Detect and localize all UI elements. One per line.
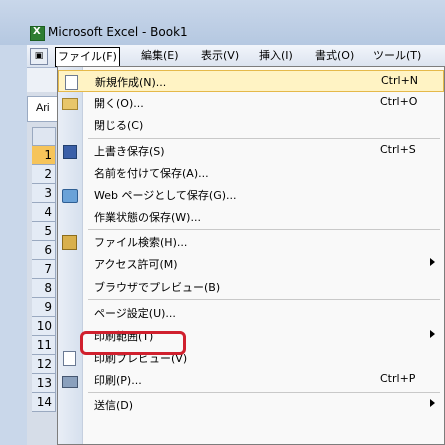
excel-app-icon[interactable]: [30, 26, 45, 41]
row-header-2[interactable]: 2: [32, 165, 56, 184]
file-menu-item-7[interactable]: ファイル検索(H)...: [58, 231, 444, 253]
row-header-4[interactable]: 4: [32, 203, 56, 222]
submenu-arrow-icon: [430, 330, 435, 338]
menu-separator: [88, 138, 440, 139]
menu-bar: ▣ ファイル(F) 編集(E) 表示(V) 挿入(I) 書式(O) ツール(T): [27, 45, 445, 68]
file-menu-item-13[interactable]: 印刷(P)... Ctrl+P: [58, 369, 444, 391]
menu-separator: [88, 229, 440, 230]
menu-item-label: ページ設定(U)...: [94, 307, 176, 320]
menu-item-label: 閉じる(C): [94, 119, 144, 132]
file-menu-item-2[interactable]: 閉じる(C): [58, 114, 444, 136]
font-name-text: Ari: [36, 102, 50, 114]
select-all-corner[interactable]: [32, 127, 56, 146]
file-menu-item-9[interactable]: ブラウザでプレビュー(B): [58, 276, 444, 298]
file-menu-item-6[interactable]: 作業状態の保存(W)...: [58, 206, 444, 228]
menu-item-shortcut: Ctrl+N: [381, 74, 419, 87]
menu-item-label: 上書き保存(S): [94, 145, 165, 158]
print-icon: [62, 376, 78, 388]
menu-item-label: 印刷(P)...: [94, 374, 142, 387]
row-header-14[interactable]: 14: [32, 393, 56, 412]
menu-item-shortcut: Ctrl+S: [380, 143, 416, 156]
file-search-icon: [62, 235, 77, 250]
row-header-6[interactable]: 6: [32, 241, 56, 260]
row-header-10[interactable]: 10: [32, 317, 56, 336]
menu-edit[interactable]: 編集(E): [139, 48, 181, 64]
file-menu-item-0[interactable]: 新規作成(N)... Ctrl+N: [58, 70, 444, 92]
menu-item-label: Web ページとして保存(G)...: [94, 189, 237, 202]
row-header-7[interactable]: 7: [32, 260, 56, 279]
window-frame: [0, 45, 27, 445]
menu-file[interactable]: ファイル(F): [55, 47, 120, 67]
row-header-8[interactable]: 8: [32, 279, 56, 298]
row-header-3[interactable]: 3: [32, 184, 56, 203]
row-header-9[interactable]: 9: [32, 298, 56, 317]
file-menu-item-5[interactable]: Web ページとして保存(G)...: [58, 184, 444, 206]
row-headers: 1 2 3 4 5 6 7 8 9 10 11 12 13 14: [32, 146, 56, 412]
row-header-12[interactable]: 12: [32, 355, 56, 374]
submenu-arrow-icon: [430, 258, 435, 266]
window-title: Microsoft Excel - Book1: [48, 25, 188, 39]
menu-item-label: ファイル検索(H)...: [94, 236, 188, 249]
menu-separator: [88, 392, 440, 393]
row-header-11[interactable]: 11: [32, 336, 56, 355]
print-preview-icon: [63, 351, 76, 366]
row-header-13[interactable]: 13: [32, 374, 56, 393]
row-header-5[interactable]: 5: [32, 222, 56, 241]
menu-tools[interactable]: ツール(T): [371, 48, 423, 64]
file-menu-item-1[interactable]: 開く(O)... Ctrl+O: [58, 92, 444, 114]
menu-item-shortcut: Ctrl+O: [380, 95, 418, 108]
menu-item-label: 名前を付けて保存(A)...: [94, 167, 209, 180]
file-menu-item-14[interactable]: 送信(D): [58, 394, 444, 416]
save-icon: [63, 145, 77, 159]
menu-item-label: 作業状態の保存(W)...: [94, 211, 201, 224]
file-menu-item-10[interactable]: ページ設定(U)...: [58, 302, 444, 324]
menu-insert[interactable]: 挿入(I): [257, 48, 295, 64]
menu-item-label: 新規作成(N)...: [95, 76, 167, 89]
file-menu-item-3[interactable]: 上書き保存(S) Ctrl+S: [58, 140, 444, 162]
highlight-callout: [80, 331, 186, 355]
menu-item-label: アクセス許可(M): [94, 258, 178, 271]
menu-separator: [88, 299, 440, 300]
menu-item-label: 開く(O)...: [94, 97, 144, 110]
file-menu-item-8[interactable]: アクセス許可(M): [58, 253, 444, 275]
open-folder-icon: [62, 98, 78, 110]
menu-item-shortcut: Ctrl+P: [380, 372, 416, 385]
row-header-1[interactable]: 1: [32, 146, 56, 165]
submenu-arrow-icon: [430, 399, 435, 407]
new-document-icon: [65, 75, 78, 90]
menu-format[interactable]: 書式(O): [313, 48, 356, 64]
workbook-icon[interactable]: ▣: [30, 48, 48, 65]
file-menu-dropdown: 新規作成(N)... Ctrl+N 開く(O)... Ctrl+O 閉じる(C) 上書き保…: [57, 66, 445, 445]
menu-item-label: 送信(D): [94, 399, 134, 412]
web-page-icon: [62, 189, 78, 203]
menu-item-label: ブラウザでプレビュー(B): [94, 281, 221, 294]
title-bar: Microsoft Excel - Book1: [0, 0, 445, 45]
file-menu-item-4[interactable]: 名前を付けて保存(A)...: [58, 162, 444, 184]
menu-view[interactable]: 表示(V): [199, 48, 241, 64]
